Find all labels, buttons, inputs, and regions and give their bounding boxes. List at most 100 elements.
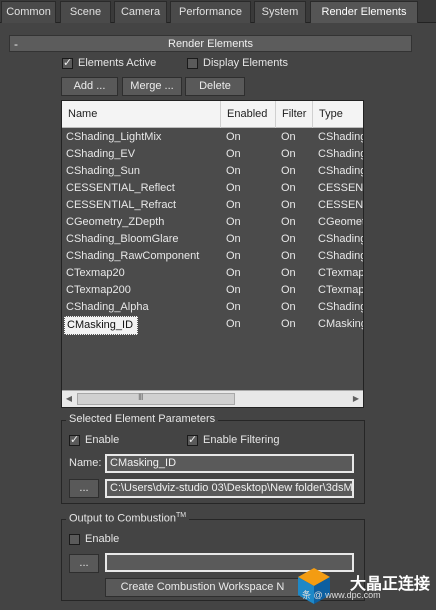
watermark-logo: 大晶正连接 条 @ www.dpc.com: [286, 560, 436, 610]
cell-name: CGeometry_ZDepth: [66, 216, 165, 228]
list-item[interactable]: CESSENTIAL_Reflect On On CESSENT: [62, 180, 363, 197]
render-elements-list[interactable]: Name Enabled Filter Type CShading_LightM…: [61, 100, 364, 408]
list-item[interactable]: CShading_Sun On On CShading: [62, 163, 363, 180]
add-button[interactable]: Add ...: [61, 77, 118, 96]
watermark-subtext: 条 @ www.dpc.com: [302, 590, 381, 600]
cell-type: CShading: [318, 165, 363, 177]
tab-system[interactable]: System: [254, 1, 306, 23]
display-elements-label: Display Elements: [203, 57, 288, 69]
cell-name: CShading_Sun: [66, 165, 141, 177]
display-elements-checkbox[interactable]: [187, 58, 198, 69]
tab-render-elements[interactable]: Render Elements: [310, 1, 418, 23]
cell-enabled: On: [226, 131, 241, 143]
enable-label: Enable: [85, 434, 120, 446]
cell-filter: On: [281, 233, 296, 245]
cell-filter: On: [281, 250, 296, 262]
cell-name: CShading_Alpha: [66, 301, 149, 313]
combustion-browse-button[interactable]: ...: [69, 554, 99, 573]
list-item[interactable]: CShading_RawComponent On On CShading: [62, 248, 363, 265]
cell-enabled: On: [226, 318, 241, 330]
tab-scene[interactable]: Scene: [60, 1, 111, 23]
combustion-enable-checkbox[interactable]: [69, 534, 80, 545]
cell-name: CMasking_ID: [64, 316, 139, 335]
cell-filter: On: [281, 267, 296, 279]
cell-filter: On: [281, 131, 296, 143]
enable-filtering-label: Enable Filtering: [203, 434, 280, 446]
cell-filter: On: [281, 165, 296, 177]
cell-enabled: On: [226, 199, 241, 211]
list-item[interactable]: CGeometry_ZDepth On On CGeomet: [62, 214, 363, 231]
list-rows: CShading_LightMix On On CShading CShading_EV…: [62, 129, 363, 335]
column-header-enabled[interactable]: Enabled: [221, 101, 276, 128]
cell-filter: On: [281, 216, 296, 228]
tab-camera[interactable]: Camera: [114, 1, 167, 23]
browse-output-button[interactable]: ...: [69, 479, 99, 498]
list-item[interactable]: CTexmap20 On On CTexmap: [62, 265, 363, 282]
column-header-type[interactable]: Type: [313, 101, 363, 128]
list-item[interactable]: CShading_Alpha On On CShading: [62, 299, 363, 316]
scroll-right-icon[interactable]: ▶: [349, 391, 363, 407]
cell-type: CTexmap: [318, 267, 363, 279]
cell-type: CShading: [318, 250, 363, 262]
enable-checkbox[interactable]: [69, 433, 80, 446]
output-path-field[interactable]: C:\Users\dviz-studio 03\Desktop\New fold…: [105, 479, 354, 498]
column-header-name[interactable]: Name: [62, 101, 221, 128]
tab-performance[interactable]: Performance: [170, 1, 251, 23]
rollout-title: Render Elements: [168, 38, 253, 50]
elements-active-label: Elements Active: [78, 57, 157, 69]
render-elements-rollout[interactable]: - Render Elements: [9, 35, 412, 52]
cell-type: CShading: [318, 233, 363, 245]
cell-enabled: On: [226, 182, 241, 194]
cell-enabled: On: [226, 250, 241, 262]
selected-element-parameters-title: Selected Element Parameters: [66, 413, 219, 425]
cell-filter: On: [281, 301, 296, 313]
cell-name: CShading_EV: [66, 148, 136, 160]
cell-enabled: On: [226, 216, 241, 228]
cell-filter: On: [281, 284, 296, 296]
tab-common[interactable]: Common: [1, 1, 56, 23]
cell-filter: On: [281, 318, 296, 330]
scroll-left-icon[interactable]: ◀: [62, 391, 76, 407]
name-field[interactable]: CMasking_ID: [105, 454, 354, 473]
cell-enabled: On: [226, 165, 241, 177]
list-item[interactable]: CShading_LightMix On On CShading: [62, 129, 363, 146]
cell-type: CShading: [318, 148, 363, 160]
cell-type: CESSENT: [318, 182, 363, 194]
cell-name: CTexmap20: [66, 267, 125, 279]
cell-name: CESSENTIAL_Refract: [66, 199, 177, 211]
scroll-grip-icon: III: [138, 392, 143, 402]
merge-button[interactable]: Merge ...: [122, 77, 182, 96]
cell-enabled: On: [226, 267, 241, 279]
cell-enabled: On: [226, 148, 241, 160]
cell-enabled: On: [226, 284, 241, 296]
cell-enabled: On: [226, 233, 241, 245]
create-combustion-workspace-button[interactable]: Create Combustion Workspace N: [105, 578, 300, 597]
cell-name: CShading_BloomGlare: [66, 233, 179, 245]
cell-type: CShading: [318, 131, 363, 143]
combustion-title-text: Output to Combustion: [69, 512, 177, 525]
horizontal-scrollbar[interactable]: ◀ III ▶: [62, 390, 363, 407]
enable-filtering-checkbox[interactable]: [187, 433, 198, 446]
delete-button[interactable]: Delete: [185, 77, 245, 96]
list-item[interactable]: CShading_BloomGlare On On CShading: [62, 231, 363, 248]
scroll-thumb[interactable]: III: [77, 392, 235, 405]
column-header-filter[interactable]: Filter: [276, 101, 313, 128]
list-item[interactable]: CShading_EV On On CShading: [62, 146, 363, 163]
name-label: Name:: [69, 457, 102, 469]
cell-type: CShading: [318, 301, 363, 313]
cell-name: CShading_LightMix: [66, 131, 162, 143]
cell-type: CGeomet: [318, 216, 363, 228]
list-item[interactable]: CESSENTIAL_Refract On On CESSENT: [62, 197, 363, 214]
cell-filter: On: [281, 199, 296, 211]
cell-filter: On: [281, 182, 296, 194]
cell-type: CMasking: [318, 318, 363, 330]
cell-enabled: On: [226, 301, 241, 313]
cell-name: CESSENTIAL_Reflect: [66, 182, 175, 194]
cell-name: CShading_RawComponent: [66, 250, 200, 262]
elements-active-checkbox[interactable]: [62, 56, 73, 69]
list-item[interactable]: CTexmap200 On On CTexmap: [62, 282, 363, 299]
combustion-enable-label: Enable: [85, 533, 120, 545]
list-item[interactable]: CMasking_ID On On CMasking: [62, 316, 363, 335]
combustion-title-tm: TM: [176, 512, 187, 519]
output-to-combustion-title: Output to CombustionTM: [66, 512, 190, 525]
